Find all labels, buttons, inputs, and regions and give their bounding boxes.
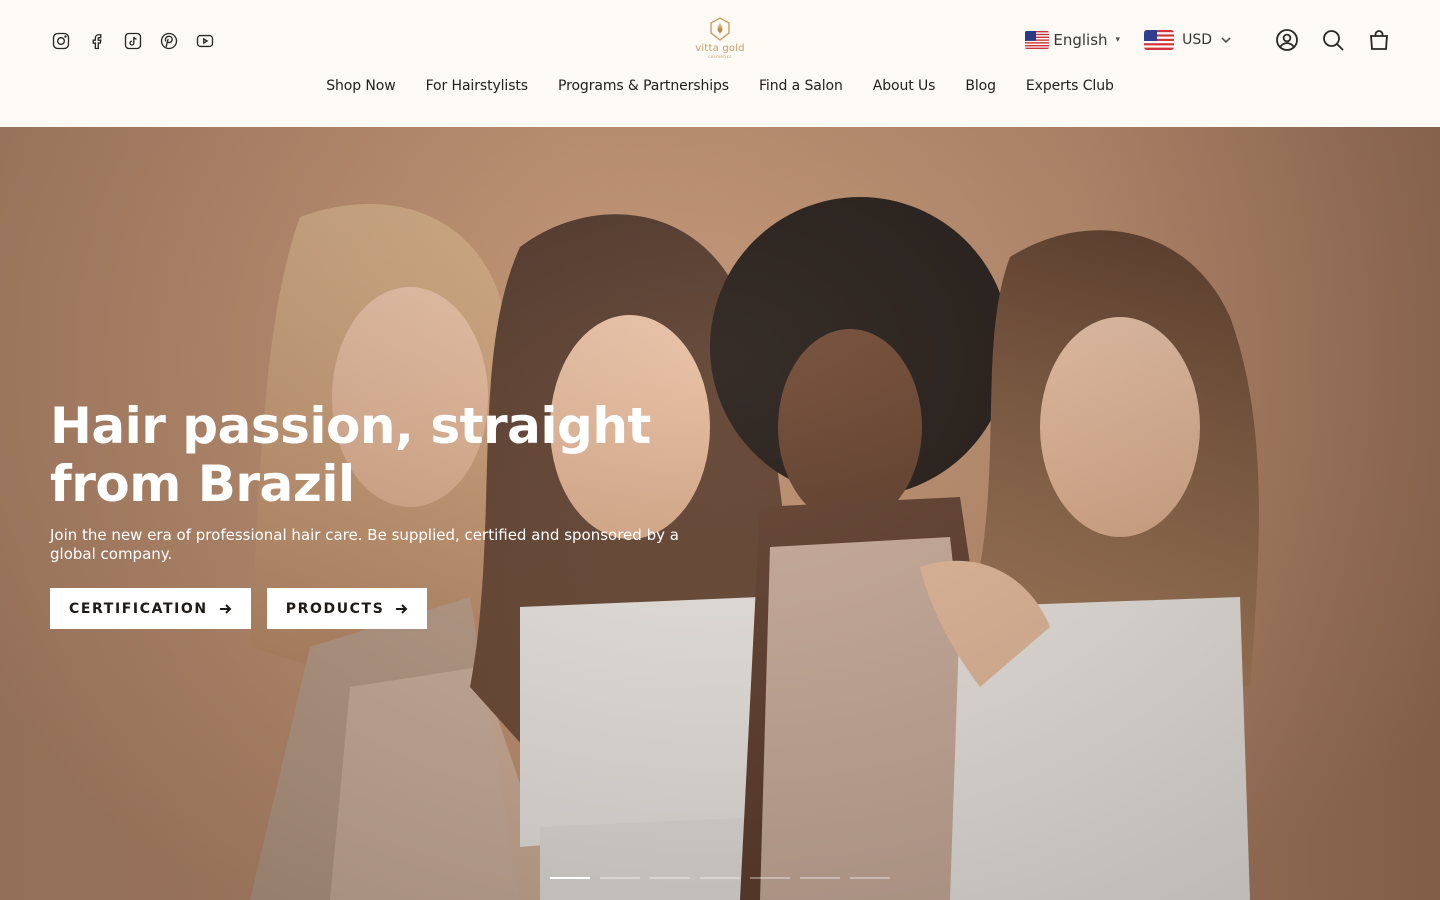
nav-blog[interactable]: Blog <box>965 78 996 94</box>
slider-dot[interactable] <box>600 877 640 879</box>
slider-dot[interactable] <box>850 877 890 879</box>
social-links <box>50 30 216 52</box>
hero-overlay <box>0 127 1440 900</box>
arrow-right-icon <box>396 603 408 614</box>
slider-dot[interactable] <box>550 877 590 879</box>
products-button-label: PRODUCTS <box>285 600 385 617</box>
slider-dot[interactable] <box>700 877 740 879</box>
hero-banner: Hair passion, straight from Brazil Join … <box>0 127 1440 900</box>
language-selector[interactable]: English ▾ <box>1025 31 1120 49</box>
nav-for-hairstylists[interactable]: For Hairstylists <box>426 78 529 94</box>
slider-dots <box>550 877 890 879</box>
slider-dot[interactable] <box>750 877 790 879</box>
hero-subtitle: Join the new era of professional hair ca… <box>50 526 679 563</box>
products-button[interactable]: PRODUCTS <box>266 588 428 629</box>
tiktok-icon[interactable] <box>122 30 144 52</box>
pinterest-icon[interactable] <box>158 30 180 52</box>
logo-emblem-icon <box>710 17 730 41</box>
chevron-down-icon <box>1221 37 1231 44</box>
main-nav: Shop Now For Hairstylists Programs & Par… <box>0 78 1440 94</box>
hero-title: Hair passion, straight from Brazil <box>50 397 651 513</box>
us-flag-icon <box>1144 30 1175 50</box>
youtube-icon[interactable] <box>194 30 216 52</box>
us-flag-icon <box>1025 31 1050 49</box>
certification-button-label: CERTIFICATION <box>69 600 208 617</box>
nav-about-us[interactable]: About Us <box>873 78 936 94</box>
brand-logo[interactable]: vitta gold cosmetics <box>692 16 748 62</box>
nav-experts-club[interactable]: Experts Club <box>1026 78 1114 94</box>
instagram-icon[interactable] <box>50 30 72 52</box>
site-header: vitta gold cosmetics English ▾ USD Shop … <box>0 0 1440 127</box>
language-label: English <box>1053 31 1108 49</box>
facebook-icon[interactable] <box>86 30 108 52</box>
slider-dot[interactable] <box>800 877 840 879</box>
slider-dot[interactable] <box>650 877 690 879</box>
currency-label: USD <box>1182 32 1212 48</box>
account-icon[interactable] <box>1274 27 1300 53</box>
nav-find-a-salon[interactable]: Find a Salon <box>759 78 843 94</box>
logo-subtext: cosmetics <box>708 54 732 59</box>
currency-selector[interactable]: USD <box>1144 30 1232 50</box>
arrow-right-icon <box>219 603 232 614</box>
search-icon[interactable] <box>1320 27 1346 53</box>
cart-icon[interactable] <box>1366 27 1392 53</box>
header-tools: English ▾ USD <box>1025 26 1392 54</box>
nav-shop-now[interactable]: Shop Now <box>326 78 395 94</box>
logo-text: vitta gold <box>695 43 745 54</box>
nav-programs-partnerships[interactable]: Programs & Partnerships <box>558 78 729 94</box>
certification-button[interactable]: CERTIFICATION <box>50 588 251 629</box>
caret-down-icon: ▾ <box>1115 35 1121 45</box>
hero-buttons: CERTIFICATION PRODUCTS <box>50 588 428 629</box>
